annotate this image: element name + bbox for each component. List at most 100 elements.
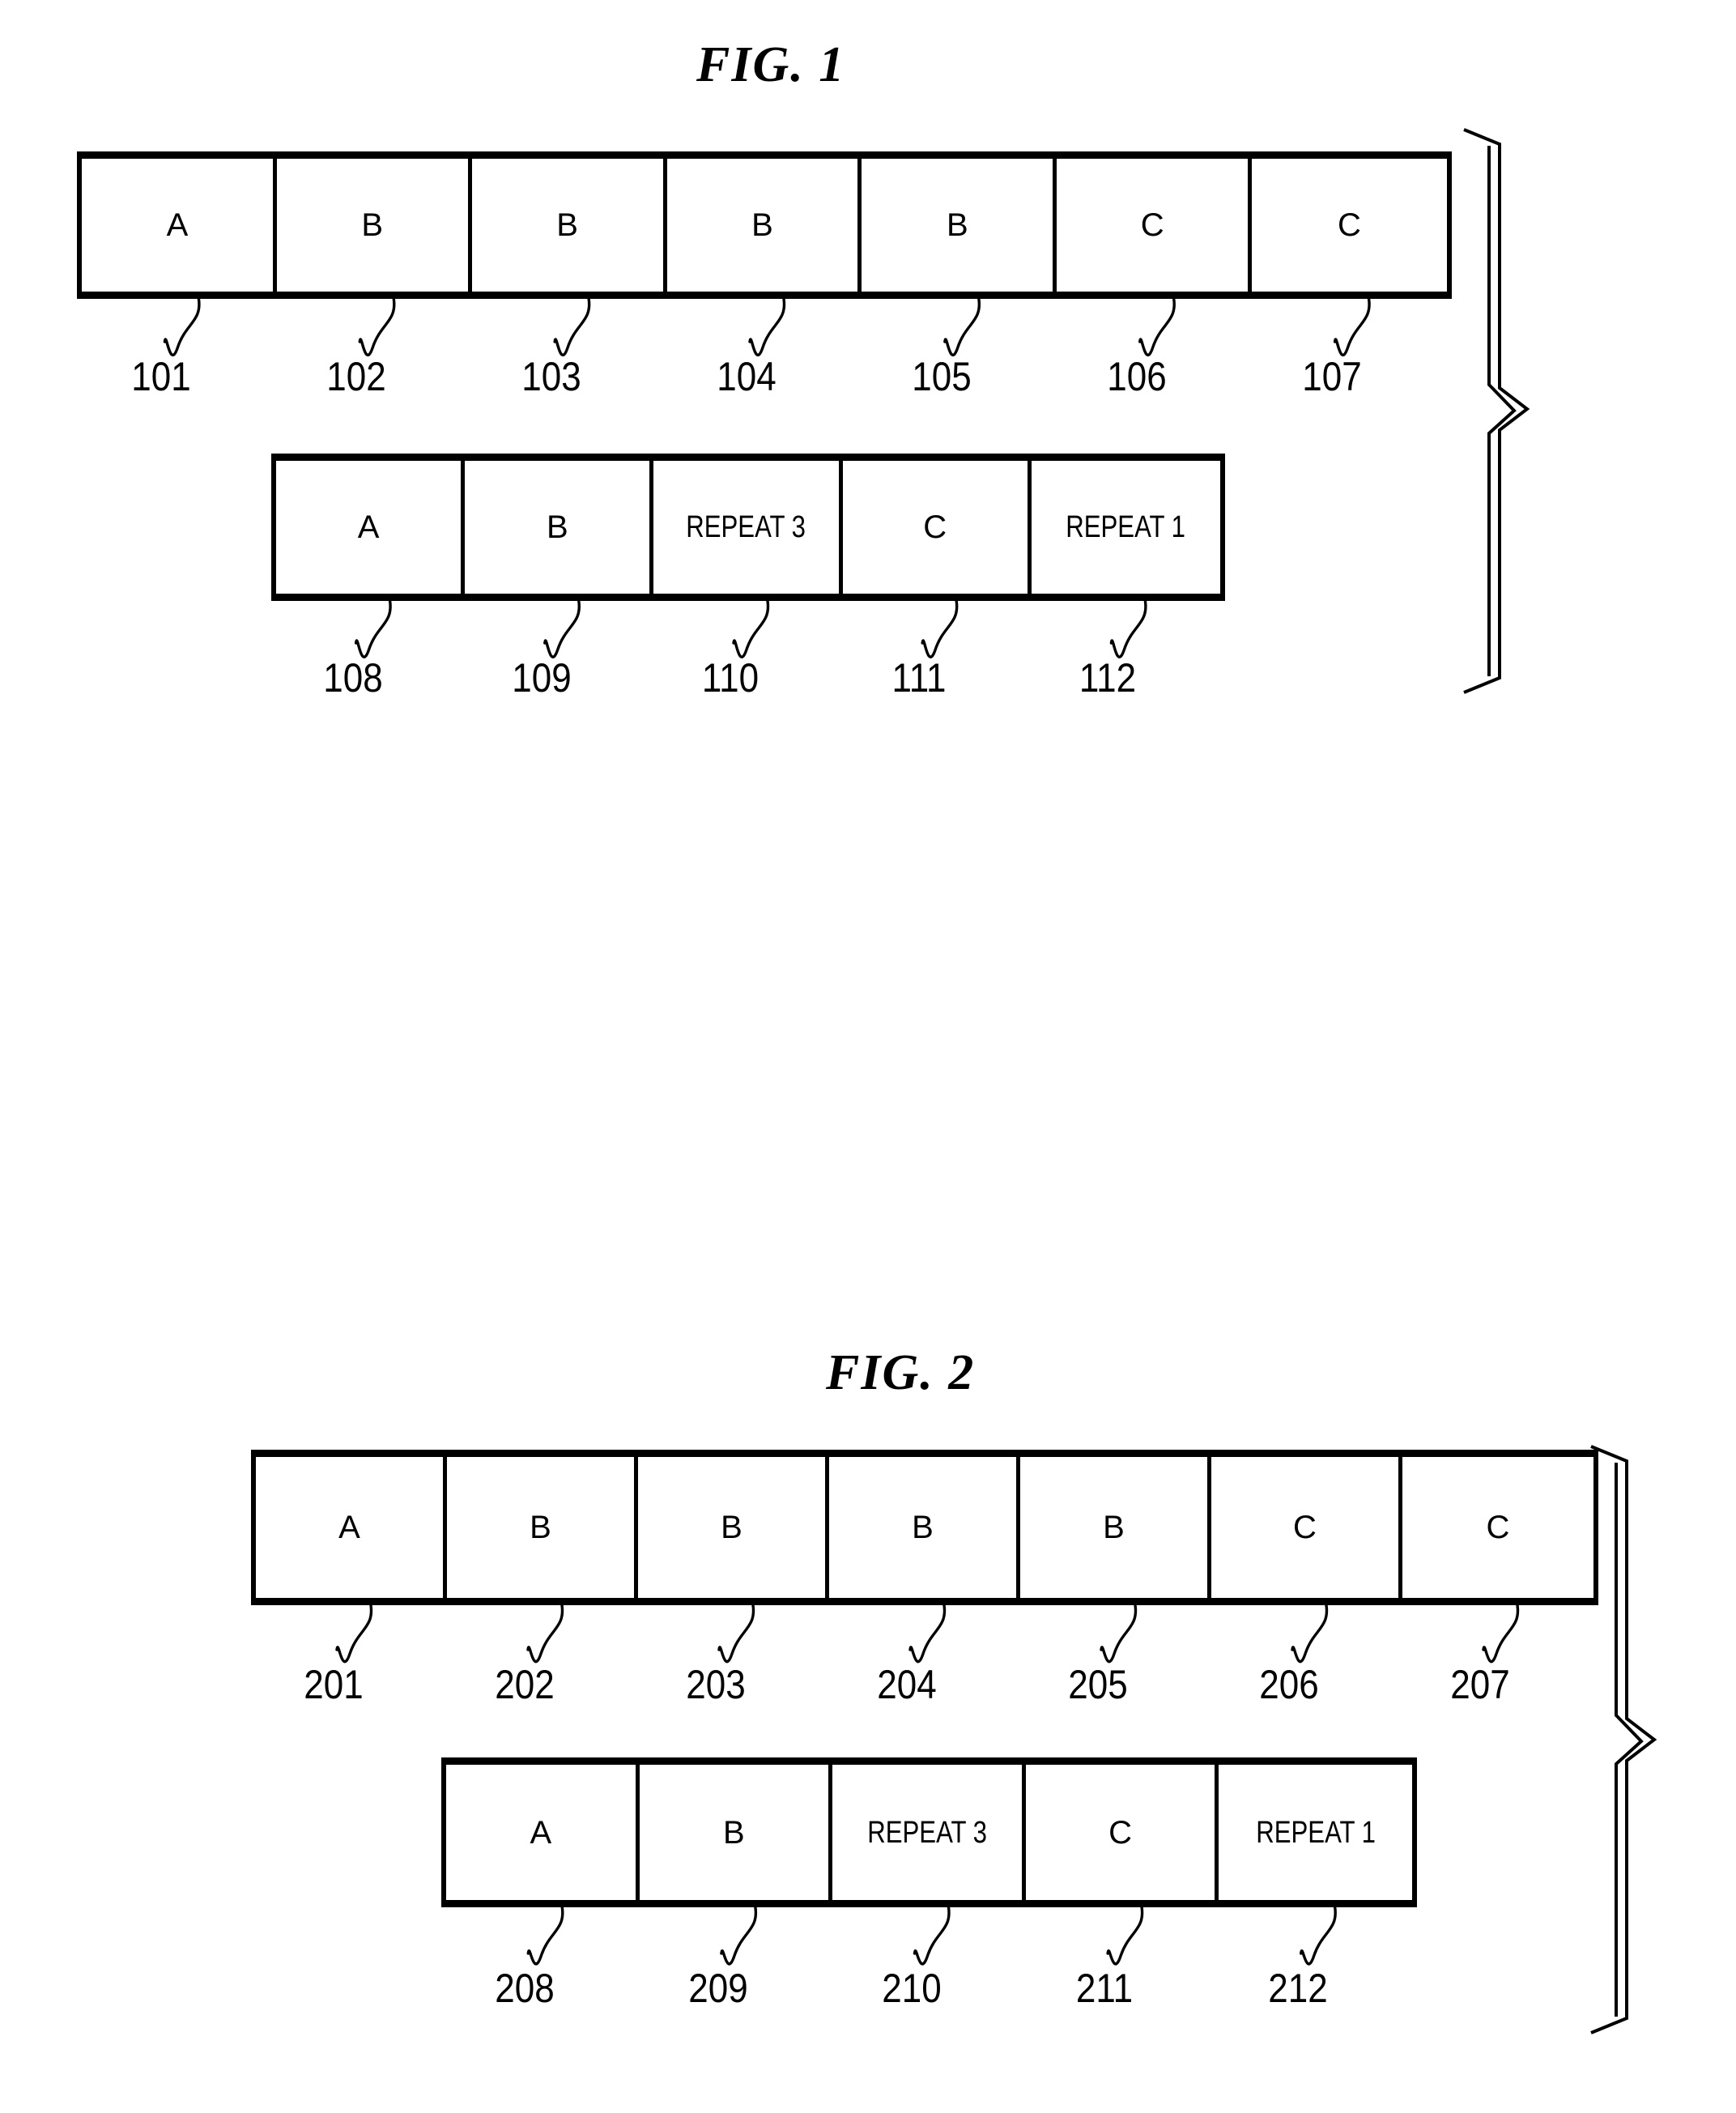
sequence-cell: B bbox=[276, 159, 472, 292]
leader-line bbox=[1291, 1604, 1329, 1664]
sequence-cell-label: B bbox=[361, 207, 384, 243]
leader-line bbox=[921, 599, 959, 658]
leader-line bbox=[553, 297, 591, 356]
sequence-cell: C bbox=[1402, 1457, 1593, 1598]
figure-title: FIG. 2 bbox=[826, 1345, 976, 1400]
sequence-cell: B bbox=[666, 159, 862, 292]
reference-number: 105 bbox=[912, 354, 972, 399]
reference-number: 108 bbox=[322, 655, 383, 701]
sequence-cell: REPEAT 3 bbox=[653, 461, 843, 594]
leader-line bbox=[720, 1906, 758, 1966]
sequence-cell: REPEAT 1 bbox=[1031, 461, 1220, 594]
reference-number: 205 bbox=[1068, 1662, 1128, 1707]
leader-line bbox=[1482, 1604, 1520, 1664]
sequence-cell: C bbox=[1252, 159, 1447, 292]
reference-number: 110 bbox=[701, 655, 760, 701]
sequence-cell: B bbox=[1020, 1457, 1211, 1598]
leader-line bbox=[335, 1604, 373, 1664]
sequence-cell: C bbox=[842, 461, 1032, 594]
leader-line bbox=[358, 297, 396, 356]
sequence-cell: A bbox=[256, 1457, 447, 1598]
figure-title: FIG. 1 bbox=[696, 37, 846, 92]
leader-line bbox=[732, 599, 770, 658]
sequence-cell: B bbox=[829, 1457, 1020, 1598]
brace-outer-stroke bbox=[1590, 1445, 1657, 2034]
sequence-cell: A bbox=[82, 159, 277, 292]
sequence-cell-label: B bbox=[530, 1510, 551, 1545]
leader-line bbox=[1109, 599, 1147, 658]
reference-number: 104 bbox=[717, 354, 777, 399]
reference-number: 210 bbox=[881, 1966, 942, 2011]
leader-line bbox=[354, 599, 392, 658]
sequence-cell-label: C bbox=[1140, 207, 1164, 243]
sequence-cell-label: B bbox=[556, 207, 578, 243]
sequence-cell-label: B bbox=[721, 1510, 742, 1545]
leader-line bbox=[717, 1604, 755, 1664]
sequence-cell: B bbox=[447, 1457, 638, 1598]
sequence-cell-label: REPEAT 1 bbox=[1066, 510, 1186, 544]
brace-inner-stroke bbox=[1487, 146, 1517, 676]
reference-number: 106 bbox=[1106, 354, 1167, 399]
brace-inner-stroke bbox=[1615, 1463, 1644, 2017]
sequence-cell-label: A bbox=[166, 207, 189, 243]
leader-line bbox=[543, 599, 581, 658]
sequence-cell-label: REPEAT 3 bbox=[686, 510, 806, 544]
sequence-cell-label: C bbox=[1338, 207, 1361, 243]
reference-number: 207 bbox=[1450, 1662, 1510, 1707]
sequence-cell: A bbox=[446, 1765, 640, 1900]
leader-line bbox=[1138, 297, 1176, 356]
sequence-row-compressed-sequence: A B REPEAT 3 C REPEAT 1 bbox=[441, 1757, 1417, 1907]
sequence-cell-label: C bbox=[1486, 1510, 1510, 1545]
leader-line bbox=[1100, 1604, 1138, 1664]
sequence-row-uncompressed-sequence: ABBBBCC bbox=[251, 1450, 1598, 1605]
reference-number: 201 bbox=[304, 1662, 364, 1707]
sequence-cell-label: B bbox=[946, 207, 968, 243]
reference-number: 209 bbox=[688, 1966, 748, 2011]
reference-number: 211 bbox=[1076, 1966, 1134, 2011]
sequence-cell: C bbox=[1211, 1457, 1402, 1598]
sequence-cell: B bbox=[471, 159, 667, 292]
reference-number: 202 bbox=[495, 1662, 555, 1707]
sequence-cell: B bbox=[638, 1457, 829, 1598]
sequence-cell-label: B bbox=[546, 509, 568, 545]
reference-number: 102 bbox=[326, 354, 386, 399]
sequence-row-compressed-sequence: A B REPEAT 3 C REPEAT 1 bbox=[271, 454, 1225, 601]
reference-number: 212 bbox=[1267, 1966, 1328, 2011]
reference-number: 111 bbox=[891, 655, 947, 701]
sequence-cell: REPEAT 3 bbox=[832, 1765, 1026, 1900]
leader-line bbox=[913, 1906, 951, 1966]
sequence-cell-label: B bbox=[723, 1814, 745, 1851]
sequence-cell: B bbox=[465, 461, 654, 594]
sequence-cell-label: A bbox=[338, 1510, 360, 1545]
brace-outer-stroke bbox=[1463, 128, 1530, 694]
sequence-cell-label: REPEAT 3 bbox=[867, 1815, 987, 1850]
leader-line bbox=[1106, 1906, 1144, 1966]
reference-number: 203 bbox=[686, 1662, 746, 1707]
sequence-row-uncompressed-sequence: ABBBBCC bbox=[77, 151, 1452, 299]
reference-number: 112 bbox=[1079, 655, 1137, 701]
sequence-cell-label: B bbox=[912, 1510, 934, 1545]
reference-number: 206 bbox=[1259, 1662, 1319, 1707]
sequence-cell: A bbox=[276, 461, 466, 594]
leader-line bbox=[526, 1906, 564, 1966]
reference-number: 107 bbox=[1301, 354, 1362, 399]
sequence-cell: B bbox=[862, 159, 1057, 292]
reference-number: 103 bbox=[521, 354, 581, 399]
sequence-cell-label: B bbox=[1103, 1510, 1125, 1545]
sequence-cell-label: B bbox=[751, 207, 773, 243]
leader-line bbox=[1333, 297, 1371, 356]
reference-number: 204 bbox=[877, 1662, 937, 1707]
sequence-cell-label: REPEAT 1 bbox=[1255, 1815, 1376, 1850]
sequence-cell: REPEAT 1 bbox=[1219, 1765, 1412, 1900]
reference-number: 208 bbox=[495, 1966, 555, 2011]
leader-line bbox=[943, 297, 981, 356]
leader-line bbox=[163, 297, 201, 356]
sequence-cell: C bbox=[1057, 159, 1253, 292]
leader-line bbox=[526, 1604, 564, 1664]
leader-line bbox=[748, 297, 786, 356]
reference-number: 109 bbox=[512, 655, 572, 701]
sequence-cell-label: C bbox=[923, 509, 947, 545]
sequence-cell-label: A bbox=[357, 509, 380, 545]
leader-line bbox=[908, 1604, 947, 1664]
leader-line bbox=[1300, 1906, 1337, 1966]
